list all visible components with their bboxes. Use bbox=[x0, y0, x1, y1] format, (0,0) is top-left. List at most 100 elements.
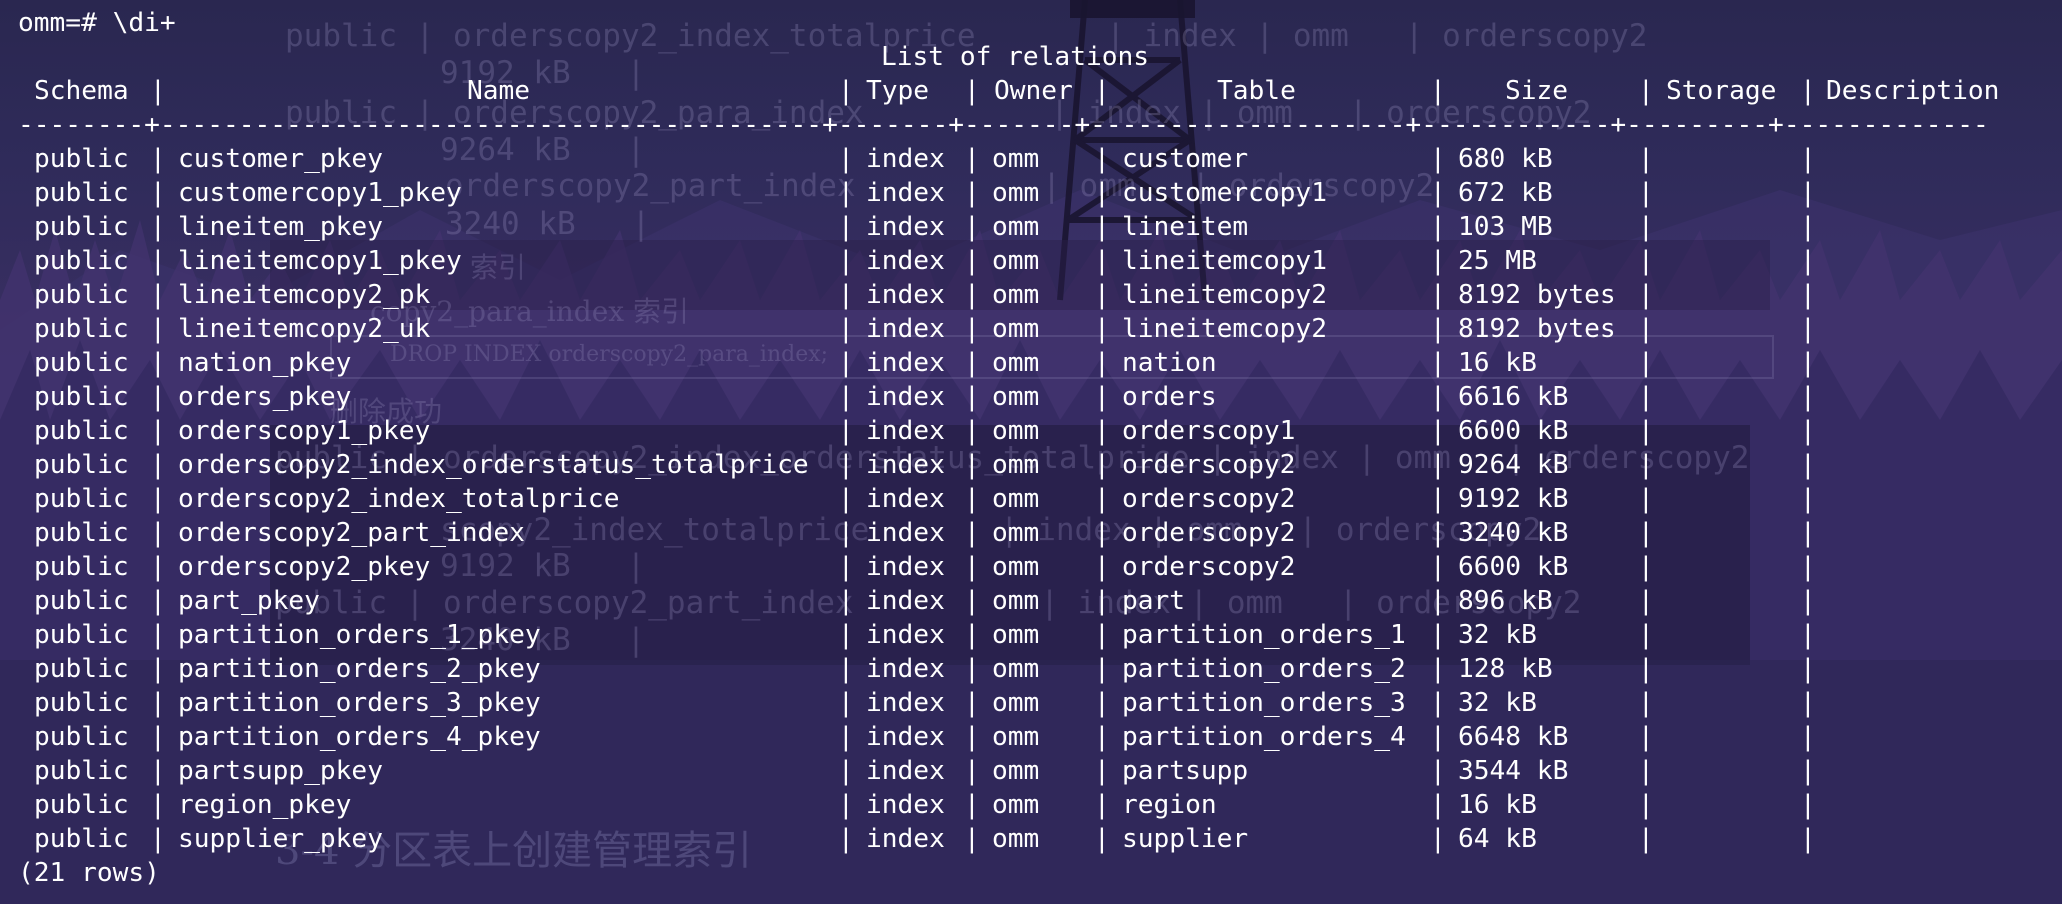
cell-name: lineitemcopy1_pkey bbox=[178, 246, 462, 276]
column-separator: | bbox=[964, 450, 980, 480]
cell-owner: omm bbox=[992, 790, 1040, 820]
cell-name: orderscopy1_pkey bbox=[178, 416, 431, 446]
cell-type: index bbox=[866, 688, 945, 718]
cell-size: 9264 kB bbox=[1458, 450, 1569, 480]
column-separator: | bbox=[964, 178, 980, 208]
cell-name: lineitemcopy2_pk bbox=[178, 280, 431, 310]
column-separator: | bbox=[964, 246, 980, 276]
cell-schema: public bbox=[34, 178, 129, 208]
column-separator: | bbox=[838, 790, 854, 820]
cell-owner: omm bbox=[992, 246, 1040, 276]
column-separator: | bbox=[1430, 824, 1446, 854]
cell-type: index bbox=[866, 280, 945, 310]
terminal-window[interactable]: omm=# \di+ List of relations Schema Name T… bbox=[0, 0, 2062, 904]
cell-name: supplier_pkey bbox=[178, 824, 383, 854]
cell-name: partition_orders_2_pkey bbox=[178, 654, 541, 684]
column-separator: | bbox=[150, 144, 166, 174]
table-row: public lineitemcopy2_pk index omm lineitemco… bbox=[0, 278, 2062, 312]
column-separator: | bbox=[1094, 348, 1110, 378]
cell-name: region_pkey bbox=[178, 790, 352, 820]
column-separator: | bbox=[150, 348, 166, 378]
column-separator: | bbox=[964, 552, 980, 582]
table-row: public part_pkey index omm part 896 kB | | | | | | | bbox=[0, 584, 2062, 618]
column-separator: | bbox=[150, 620, 166, 650]
column-separator: | bbox=[1430, 382, 1446, 412]
cell-type: index bbox=[866, 824, 945, 854]
column-separator: | bbox=[1638, 212, 1654, 242]
table-row: public orderscopy2_part_index index omm orde… bbox=[0, 516, 2062, 550]
cell-table: customercopy1 bbox=[1122, 178, 1327, 208]
cell-owner: omm bbox=[992, 722, 1040, 752]
cell-schema: public bbox=[34, 688, 129, 718]
column-separator: | bbox=[150, 178, 166, 208]
cell-name: partition_orders_3_pkey bbox=[178, 688, 541, 718]
column-separator: | bbox=[1800, 654, 1816, 684]
cell-size: 8192 bytes bbox=[1458, 314, 1616, 344]
cell-size: 32 kB bbox=[1458, 688, 1537, 718]
cell-type: index bbox=[866, 246, 945, 276]
column-separator: | bbox=[1094, 824, 1110, 854]
cell-type: index bbox=[866, 756, 945, 786]
cell-schema: public bbox=[34, 722, 129, 752]
column-separator: | bbox=[838, 552, 854, 582]
cell-table: partition_orders_1 bbox=[1122, 620, 1406, 650]
column-separator: | bbox=[1094, 450, 1110, 480]
table-row: public partition_orders_2_pkey index omm par… bbox=[0, 652, 2062, 686]
column-separator: | bbox=[150, 756, 166, 786]
column-separator: | bbox=[1430, 314, 1446, 344]
cell-name: orderscopy2_index_totalprice bbox=[178, 484, 620, 514]
header-description: Description bbox=[1826, 76, 2000, 106]
cell-name: lineitemcopy2_uk bbox=[178, 314, 431, 344]
column-separator: | bbox=[1430, 654, 1446, 684]
cell-schema: public bbox=[34, 518, 129, 548]
cell-table: nation bbox=[1122, 348, 1217, 378]
column-separator: | bbox=[1638, 144, 1654, 174]
column-separator: | bbox=[1094, 144, 1110, 174]
column-separator: | bbox=[1094, 756, 1110, 786]
header-name: Name bbox=[467, 76, 531, 106]
cell-type: index bbox=[866, 586, 945, 616]
cell-type: index bbox=[866, 552, 945, 582]
cell-size: 6616 kB bbox=[1458, 382, 1569, 412]
cell-owner: omm bbox=[992, 144, 1040, 174]
table-row: public lineitem_pkey index omm lineitem 103 M… bbox=[0, 210, 2062, 244]
cell-table: partition_orders_3 bbox=[1122, 688, 1406, 718]
column-separator: | bbox=[1638, 654, 1654, 684]
column-separator: | bbox=[838, 756, 854, 786]
column-separator: | bbox=[964, 790, 980, 820]
cell-owner: omm bbox=[992, 382, 1040, 412]
table-row: public lineitemcopy2_uk index omm lineitemco… bbox=[0, 312, 2062, 346]
cell-owner: omm bbox=[992, 450, 1040, 480]
column-separator: | bbox=[1094, 76, 1110, 106]
column-separator: | bbox=[150, 416, 166, 446]
column-separator: | bbox=[1430, 552, 1446, 582]
cell-owner: omm bbox=[992, 348, 1040, 378]
cell-schema: public bbox=[34, 790, 129, 820]
column-separator: | bbox=[150, 484, 166, 514]
column-separator: | bbox=[1430, 144, 1446, 174]
cell-owner: omm bbox=[992, 586, 1040, 616]
cell-table: orders bbox=[1122, 382, 1217, 412]
column-separator: | bbox=[838, 246, 854, 276]
table-row: public supplier_pkey index omm supplier 64 kB… bbox=[0, 822, 2062, 856]
cell-name: lineitem_pkey bbox=[178, 212, 383, 242]
column-separator: | bbox=[150, 246, 166, 276]
cell-size: 6600 kB bbox=[1458, 416, 1569, 446]
cell-schema: public bbox=[34, 348, 129, 378]
cell-owner: omm bbox=[992, 314, 1040, 344]
column-separator: | bbox=[838, 76, 854, 106]
cell-owner: omm bbox=[992, 824, 1040, 854]
column-separator: | bbox=[1800, 688, 1816, 718]
column-separator: | bbox=[1800, 518, 1816, 548]
column-separator: | bbox=[1638, 178, 1654, 208]
column-separator: | bbox=[1638, 688, 1654, 718]
column-separator: | bbox=[1430, 212, 1446, 242]
table-row: public customer_pkey index omm customer 680 k… bbox=[0, 142, 2062, 176]
column-separator: | bbox=[838, 620, 854, 650]
column-separator: | bbox=[1430, 722, 1446, 752]
header-storage: Storage bbox=[1666, 76, 1777, 106]
cell-size: 128 kB bbox=[1458, 654, 1553, 684]
column-separator: | bbox=[1094, 586, 1110, 616]
cell-owner: omm bbox=[992, 416, 1040, 446]
cell-name: partition_orders_1_pkey bbox=[178, 620, 541, 650]
